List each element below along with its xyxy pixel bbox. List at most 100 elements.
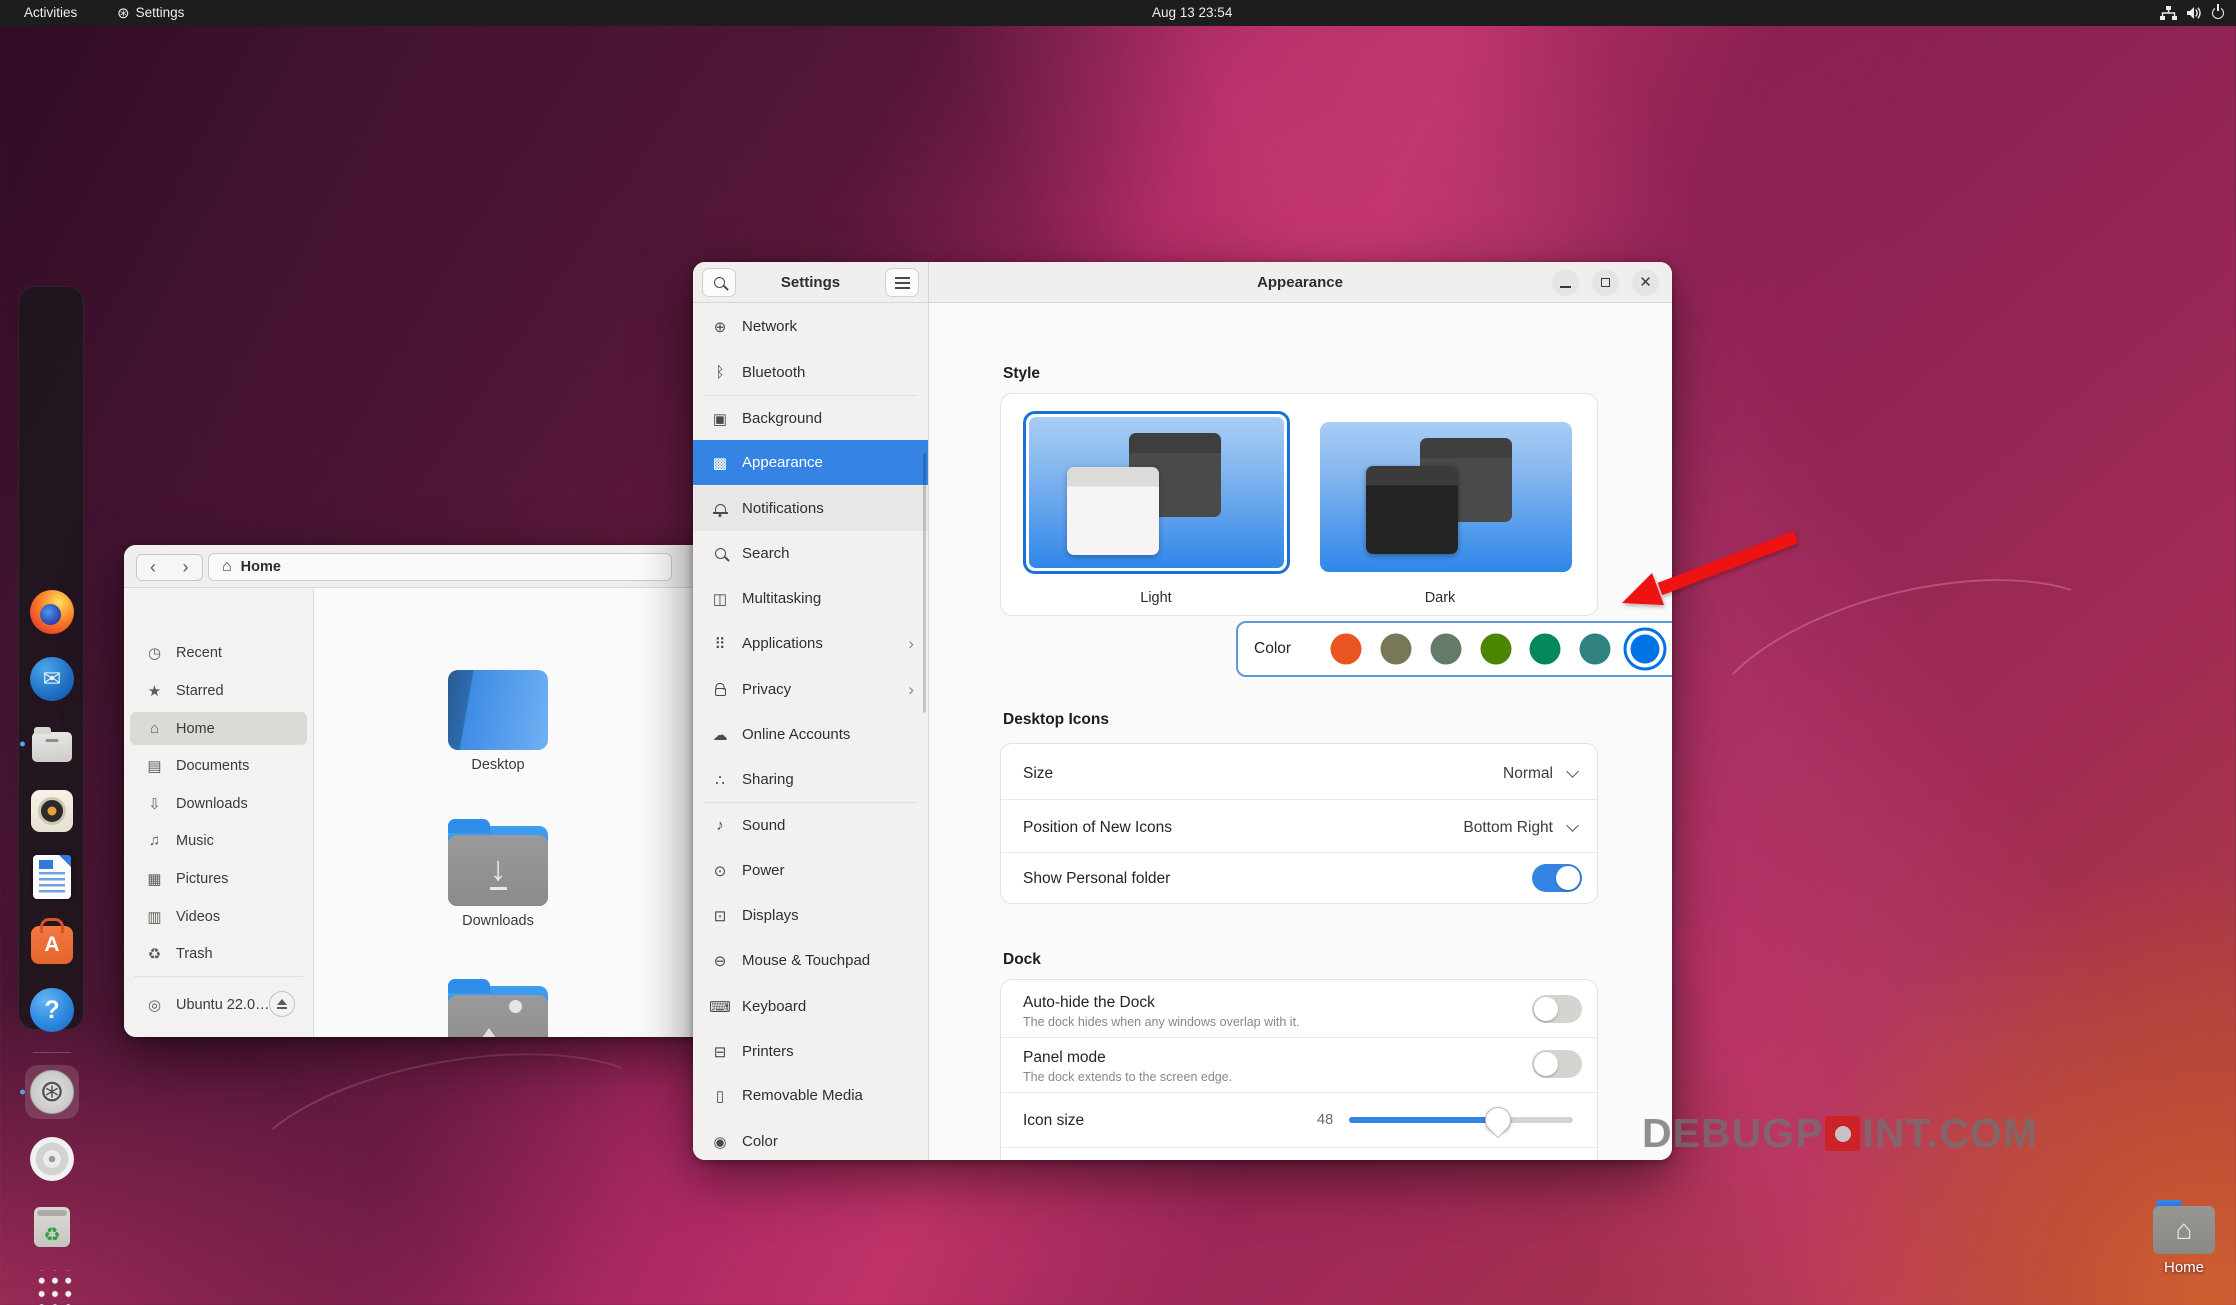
dock-files[interactable] xyxy=(20,721,75,767)
lock-icon xyxy=(711,683,729,696)
sidebar-item-videos[interactable]: ▥ Videos xyxy=(124,900,313,933)
disc-icon xyxy=(30,1137,74,1181)
chevron-down-icon[interactable] xyxy=(1566,765,1579,778)
folder-desktop[interactable]: Desktop xyxy=(443,670,553,773)
dock-trash[interactable]: ♻ xyxy=(29,1202,75,1248)
size-label: Size xyxy=(1023,765,1054,782)
back-button[interactable]: ‹ xyxy=(136,554,170,581)
sidebar-item-search[interactable]: Search xyxy=(693,531,928,576)
music-note-icon: ♪ xyxy=(716,817,724,834)
desktop-home-icon[interactable]: ⌂ Home xyxy=(2146,1200,2222,1276)
style-option-dark[interactable] xyxy=(1320,422,1572,572)
sidebar-item-online-accounts[interactable]: ☁ Online Accounts xyxy=(693,712,928,757)
sidebar-item-notifications[interactable]: Notifications xyxy=(693,486,928,531)
sidebar-item-recent[interactable]: ◷ Recent xyxy=(124,636,313,669)
minimize-button[interactable] xyxy=(1552,269,1579,296)
show-personal-folder-label: Show Personal folder xyxy=(1023,870,1171,887)
color-swatch-viridian[interactable] xyxy=(1529,633,1561,665)
chevron-down-icon[interactable] xyxy=(1566,819,1579,832)
slider-handle[interactable] xyxy=(1485,1107,1511,1133)
position-value[interactable]: Bottom Right xyxy=(1463,819,1553,837)
folder-downloads[interactable]: ↓ Downloads xyxy=(443,819,553,929)
dock-ubuntu-cd[interactable] xyxy=(29,1136,75,1182)
color-swatch-olive[interactable] xyxy=(1480,633,1512,665)
eject-button[interactable] xyxy=(269,991,295,1017)
dock-help[interactable]: ? xyxy=(29,987,75,1033)
sidebar-item-label: Background xyxy=(742,410,823,427)
path-bar[interactable]: ⌂ Home xyxy=(208,553,672,581)
trash-icon: ♻ xyxy=(34,1206,70,1247)
sidebar-item-label: Keyboard xyxy=(742,998,807,1015)
forward-button[interactable]: › xyxy=(169,554,203,581)
show-personal-folder-toggle[interactable] xyxy=(1532,864,1582,892)
sidebar-item-displays[interactable]: ⊡ Displays xyxy=(693,893,928,938)
volume-icon[interactable] xyxy=(2186,0,2203,26)
sidebar-item-label: Sharing xyxy=(742,771,794,788)
dock-rhythmbox[interactable] xyxy=(29,788,75,834)
icon-size-label: Icon size xyxy=(1023,1112,1085,1129)
close-button[interactable]: ✕ xyxy=(1632,269,1659,296)
topbar-app-menu[interactable]: ⊛ Settings xyxy=(117,0,184,26)
sidebar-item-sharing[interactable]: ∴ Sharing xyxy=(693,757,928,802)
sidebar-item-music[interactable]: ♫ Music xyxy=(124,824,313,857)
maximize-button[interactable] xyxy=(1592,269,1619,296)
sidebar-item-starred[interactable]: ★ Starred xyxy=(124,674,313,707)
clock[interactable]: Aug 13 23:54 xyxy=(1152,0,1232,26)
dock-firefox[interactable] xyxy=(29,589,75,635)
style-card: Light Dark xyxy=(1000,393,1598,616)
color-swatch-blue-selected[interactable] xyxy=(1623,627,1667,671)
sidebar-scrollbar[interactable] xyxy=(923,453,926,713)
folder-partial[interactable] xyxy=(443,979,553,1037)
dock-thunderbird[interactable]: ✉ xyxy=(29,656,75,702)
chevron-left-icon: ‹ xyxy=(150,557,156,577)
monitor-icon: ▣ xyxy=(712,410,728,428)
size-value[interactable]: Normal xyxy=(1503,765,1553,783)
sidebar-item-applications[interactable]: ⠿ Applications › xyxy=(693,621,928,666)
network-icon[interactable] xyxy=(2160,0,2177,26)
hamburger-menu-button[interactable] xyxy=(885,268,919,297)
dock-ubuntu-software[interactable]: A xyxy=(29,919,75,965)
sidebar-item-color[interactable]: ◉ Color xyxy=(693,1119,928,1160)
sidebar-item-sound[interactable]: ♪ Sound xyxy=(693,803,928,848)
sidebar-item-label: Search xyxy=(742,545,790,562)
sidebar-item-multitasking[interactable]: ◫ Multitasking xyxy=(693,576,928,621)
watermark-logo-icon xyxy=(1825,1116,1861,1151)
style-option-light[interactable] xyxy=(1023,411,1290,574)
sidebar-item-label: Bluetooth xyxy=(742,364,806,381)
sidebar-item-label: Trash xyxy=(176,945,213,962)
dock-settings[interactable]: ⊛ xyxy=(20,1069,75,1115)
sidebar-item-network[interactable]: ⊕ Network xyxy=(693,304,928,349)
color-swatch-orange[interactable] xyxy=(1330,633,1362,665)
sidebar-item-trash[interactable]: ♻ Trash xyxy=(124,937,313,970)
autohide-toggle[interactable] xyxy=(1532,995,1582,1023)
sidebar-item-other-locations[interactable]: +Other Locations xyxy=(124,1036,313,1037)
sidebar-item-mouse-touchpad[interactable]: ⊖ Mouse & Touchpad xyxy=(693,938,928,983)
color-swatch-bark[interactable] xyxy=(1380,633,1412,665)
sidebar-item-documents[interactable]: ▤ Documents xyxy=(124,749,313,782)
panel-mode-toggle[interactable] xyxy=(1532,1050,1582,1078)
sidebar-item-privacy[interactable]: Privacy › xyxy=(693,667,928,712)
sidebar-item-pictures[interactable]: ▦ Pictures xyxy=(124,862,313,895)
sidebar-item-appearance[interactable]: ▩ Appearance xyxy=(693,440,928,485)
sidebar-item-home[interactable]: ⌂ Home xyxy=(124,712,313,745)
settings-sidebar: ⊕ Network ᛒ Bluetooth ▣ Background ▩ Appeara… xyxy=(693,303,928,1160)
color-swatch-prussian[interactable] xyxy=(1579,633,1611,665)
sidebar-item-printers[interactable]: ⊟ Printers xyxy=(693,1029,928,1074)
dock-app-grid[interactable] xyxy=(29,1267,75,1305)
sidebar-item-background[interactable]: ▣ Background xyxy=(693,396,928,441)
activities-button[interactable]: Activities xyxy=(24,0,77,26)
icon-size-slider[interactable] xyxy=(1349,1107,1573,1133)
power-icon: ⊙ xyxy=(713,862,727,880)
color-swatch-sage[interactable] xyxy=(1430,633,1462,665)
chevron-right-icon: › xyxy=(908,679,914,699)
sidebar-item-label: Pictures xyxy=(176,870,229,887)
sidebar-item-label: Starred xyxy=(176,682,224,699)
sidebar-item-bluetooth[interactable]: ᛒ Bluetooth xyxy=(693,350,928,395)
sidebar-item-removable-media[interactable]: ▯ Removable Media xyxy=(693,1073,928,1118)
sidebar-item-downloads[interactable]: ⇩ Downloads xyxy=(124,787,313,820)
sidebar-item-power[interactable]: ⊙ Power xyxy=(693,848,928,893)
sidebar-item-keyboard[interactable]: ⌨ Keyboard xyxy=(693,984,928,1029)
power-menu[interactable] xyxy=(2212,0,2224,26)
dock-libreoffice-writer[interactable] xyxy=(29,854,75,900)
sidebar-item-label: Home xyxy=(176,720,215,737)
